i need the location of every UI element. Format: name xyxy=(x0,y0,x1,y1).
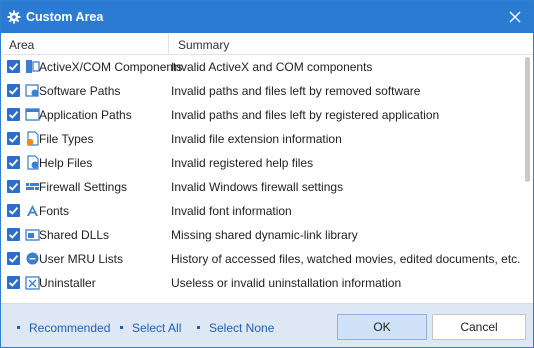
checkmark-icon xyxy=(8,207,19,215)
activex-icon xyxy=(26,60,40,73)
application-paths-icon xyxy=(25,108,40,121)
item-label: User MRU Lists xyxy=(39,252,124,266)
list-item[interactable]: User MRU Lists History of accessed files,… xyxy=(1,247,523,271)
checkbox[interactable] xyxy=(7,132,20,145)
checkmark-icon xyxy=(8,255,19,263)
bullet-icon xyxy=(17,326,20,330)
firewall-icon xyxy=(26,183,39,190)
item-label: Fonts xyxy=(39,204,70,218)
list-item[interactable]: ActiveX/COM Components Invalid ActiveX an… xyxy=(1,55,523,79)
checkmark-icon xyxy=(8,159,19,167)
item-label: Shared DLLs xyxy=(39,228,110,242)
list-item[interactable]: Firewall Settings Invalid Windows firewal… xyxy=(1,175,523,199)
checkbox[interactable] xyxy=(7,252,20,265)
checkbox[interactable] xyxy=(7,60,20,73)
item-label: Uninstaller xyxy=(39,276,96,290)
column-header-area[interactable]: Area xyxy=(9,38,34,52)
item-summary: Invalid font information xyxy=(171,204,292,218)
checkbox[interactable] xyxy=(7,156,20,169)
title-bar: Custom Area xyxy=(1,1,533,33)
item-summary: Missing shared dynamic-link library xyxy=(171,228,358,242)
list-item[interactable]: Shared DLLs Missing shared dynamic-link l… xyxy=(1,223,523,247)
recommended-label: Recommended xyxy=(29,321,111,335)
fonts-icon xyxy=(27,205,38,216)
checkmark-icon xyxy=(8,87,19,95)
scrollbar-thumb[interactable] xyxy=(525,57,530,182)
checkmark-icon xyxy=(8,231,19,239)
custom-area-dialog: Custom Area Area Summary ActiveX/COM Com… xyxy=(0,0,534,348)
list-item[interactable]: Fonts Invalid font information xyxy=(1,199,523,223)
footer-bar: Recommended Select All Select None OK Ca… xyxy=(1,303,533,347)
item-summary: Invalid file extension information xyxy=(171,132,342,146)
vertical-scrollbar[interactable] xyxy=(522,55,532,303)
shared-dlls-icon xyxy=(25,229,40,241)
item-summary: Useless or invalid uninstallation inform… xyxy=(171,276,402,290)
list-item[interactable]: Software Paths Invalid paths and files le… xyxy=(1,79,523,103)
cancel-button[interactable]: Cancel xyxy=(432,314,526,340)
item-label: Firewall Settings xyxy=(39,180,128,194)
select-none-label: Select None xyxy=(209,321,275,335)
checkmark-icon xyxy=(8,279,19,287)
ok-button[interactable]: OK xyxy=(337,314,427,340)
item-summary: History of accessed files, watched movie… xyxy=(171,252,521,266)
checkmark-icon xyxy=(8,111,19,119)
item-summary: Invalid ActiveX and COM components xyxy=(171,60,373,74)
list-item[interactable]: Help Files Invalid registered help files xyxy=(1,151,523,175)
list-item[interactable]: File Types Invalid file extension informa… xyxy=(1,127,523,151)
checkbox[interactable] xyxy=(7,84,20,97)
recommended-link[interactable]: Recommended xyxy=(17,321,110,335)
checkbox[interactable] xyxy=(7,204,20,217)
checkmark-icon xyxy=(8,135,19,143)
software-paths-icon xyxy=(25,84,39,97)
dialog-title: Custom Area xyxy=(26,10,104,24)
column-separator[interactable] xyxy=(168,34,169,54)
file-types-icon xyxy=(26,131,39,146)
help-files-icon xyxy=(27,155,39,170)
checkbox[interactable] xyxy=(7,180,20,193)
item-label: ActiveX/COM Components xyxy=(39,60,183,74)
checkbox[interactable] xyxy=(7,108,20,121)
checkmark-icon xyxy=(8,183,19,191)
list-item[interactable]: Uninstaller Useless or invalid uninstalla… xyxy=(1,271,523,295)
uninstaller-icon xyxy=(25,276,40,290)
gear-icon xyxy=(7,10,21,24)
item-label: Software Paths xyxy=(39,84,121,98)
checkmark-icon xyxy=(8,63,19,71)
item-label: File Types xyxy=(39,132,94,146)
select-all-link[interactable]: Select All xyxy=(120,321,181,335)
area-list: ActiveX/COM Components Invalid ActiveX an… xyxy=(1,55,523,303)
column-header-summary[interactable]: Summary xyxy=(178,38,229,52)
item-summary: Invalid paths and files left by removed … xyxy=(171,84,421,98)
item-summary: Invalid registered help files xyxy=(171,156,314,170)
list-item[interactable]: Application Paths Invalid paths and files… xyxy=(1,103,523,127)
item-label: Application Paths xyxy=(39,108,132,122)
checkbox[interactable] xyxy=(7,276,20,289)
item-summary: Invalid Windows firewall settings xyxy=(171,180,344,194)
item-label: Help Files xyxy=(39,156,93,170)
item-summary: Invalid paths and files left by register… xyxy=(171,108,440,122)
select-none-link[interactable]: Select None xyxy=(197,321,274,335)
close-icon[interactable] xyxy=(503,5,527,29)
bullet-icon xyxy=(120,326,123,330)
bullet-icon xyxy=(197,326,200,330)
select-all-label: Select All xyxy=(132,321,182,335)
checkbox[interactable] xyxy=(7,228,20,241)
mru-icon xyxy=(26,252,39,265)
column-header: Area Summary xyxy=(1,34,533,55)
